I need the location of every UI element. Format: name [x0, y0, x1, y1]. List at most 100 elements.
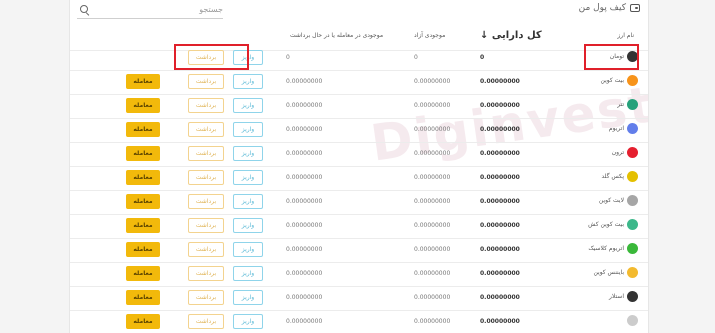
trade-button[interactable]: معامله [126, 122, 160, 137]
coin-cell: تتر [617, 99, 638, 110]
highlight-box-actions [174, 44, 249, 70]
trading-balance: 0.00000000 [286, 198, 323, 205]
trade-button[interactable]: معامله [126, 290, 160, 305]
table-row: اتریوم 0.00000000 0.00000000 0.00000000 واری… [70, 118, 648, 143]
table-row: لایت کوین 0.00000000 0.00000000 0.00000000 و… [70, 190, 648, 215]
table-row: بایننس کوین 0.00000000 0.00000000 0.0000000… [70, 262, 648, 287]
withdraw-button[interactable]: برداشت [188, 266, 224, 281]
page-title: کیف پول من [579, 3, 640, 13]
trade-button[interactable]: معامله [126, 146, 160, 161]
total-balance: 0.00000000 [480, 246, 520, 253]
withdraw-button[interactable]: برداشت [188, 146, 224, 161]
deposit-button[interactable]: واریز [233, 242, 263, 257]
trade-button[interactable]: معامله [126, 74, 160, 89]
withdraw-button[interactable]: برداشت [188, 122, 224, 137]
trading-balance: 0.00000000 [286, 318, 323, 325]
withdraw-button[interactable]: برداشت [188, 218, 224, 233]
trade-button[interactable]: معامله [126, 194, 160, 209]
trading-balance: 0.00000000 [286, 270, 323, 277]
table-row: 0.00000000 0.00000000 0.00000000 واریز برداش… [70, 310, 648, 333]
total-balance: 0.00000000 [480, 174, 520, 181]
trading-balance: 0.00000000 [286, 78, 323, 85]
deposit-button[interactable]: واریز [233, 266, 263, 281]
coin-cell [624, 315, 638, 326]
coin-cell: استلار [609, 291, 638, 302]
table-row: پکس گلد 0.00000000 0.00000000 0.00000000 وار… [70, 166, 648, 191]
column-total-header[interactable]: کل دارایی ↓ [480, 30, 542, 41]
column-free-header: موجودی آزاد [414, 32, 446, 39]
deposit-button[interactable]: واریز [233, 98, 263, 113]
trading-balance: 0.00000000 [286, 294, 323, 301]
trade-button[interactable]: معامله [126, 266, 160, 281]
total-balance: 0.00000000 [480, 270, 520, 277]
page-background: Diginvest کیف پول من نام ارز کل دارایی ↓… [0, 0, 715, 333]
trading-balance: 0 [286, 54, 290, 61]
trading-balance: 0.00000000 [286, 102, 323, 109]
total-balance: 0.00000000 [480, 318, 520, 325]
coin-cell: بایننس کوین [593, 267, 638, 278]
binance-coin-icon [627, 267, 638, 278]
wallet-panel: Diginvest کیف پول من نام ارز کل دارایی ↓… [69, 0, 649, 333]
search-input[interactable] [95, 2, 223, 16]
coin-name: استلار [609, 293, 624, 300]
coin-cell: بیت کوین [601, 75, 638, 86]
deposit-button[interactable]: واریز [233, 74, 263, 89]
deposit-button[interactable]: واریز [233, 290, 263, 305]
total-balance: 0 [480, 54, 485, 61]
trading-balance: 0.00000000 [286, 246, 323, 253]
bitcoincash-icon [627, 219, 638, 230]
litecoin-icon [627, 195, 638, 206]
trade-button[interactable]: معامله [126, 218, 160, 233]
trading-balance: 0.00000000 [286, 174, 323, 181]
trading-balance: 0.00000000 [286, 126, 323, 133]
coin-cell: اتریوم [609, 123, 638, 134]
coin-name: اتریوم [608, 125, 624, 132]
deposit-button[interactable]: واریز [233, 122, 263, 137]
free-balance: 0.00000000 [414, 270, 451, 277]
total-balance: 0.00000000 [480, 198, 520, 205]
trade-button[interactable]: معامله [126, 170, 160, 185]
deposit-button[interactable]: واریز [233, 146, 263, 161]
free-balance: 0.00000000 [414, 246, 451, 253]
bitcoin-icon [627, 75, 638, 86]
deposit-button[interactable]: واریز [233, 194, 263, 209]
total-balance: 0.00000000 [480, 150, 520, 157]
search-icon[interactable] [80, 5, 88, 13]
free-balance: 0.00000000 [414, 294, 451, 301]
page-title-text: کیف پول من [578, 3, 626, 13]
withdraw-button[interactable]: برداشت [188, 170, 224, 185]
withdraw-button[interactable]: برداشت [188, 74, 224, 89]
total-balance: 0.00000000 [480, 294, 520, 301]
trading-balance: 0.00000000 [286, 222, 323, 229]
free-balance: 0.00000000 [414, 318, 451, 325]
withdraw-button[interactable]: برداشت [188, 98, 224, 113]
trade-button[interactable]: معامله [126, 314, 160, 329]
free-balance: 0.00000000 [414, 198, 451, 205]
search-box [77, 2, 223, 19]
total-balance: 0.00000000 [480, 126, 520, 133]
coin-name: اتریوم کلاسیک [588, 245, 624, 252]
withdraw-button[interactable]: برداشت [188, 290, 224, 305]
trade-button[interactable]: معامله [126, 98, 160, 113]
withdraw-button[interactable]: برداشت [188, 242, 224, 257]
free-balance: 0.00000000 [414, 126, 451, 133]
column-name-header: نام ارز [617, 32, 634, 39]
deposit-button[interactable]: واریز [233, 170, 263, 185]
coin-cell: اتریوم کلاسیک [588, 243, 638, 254]
coin-name: بیت کوین [600, 77, 624, 84]
ethereum-classic-icon [627, 243, 638, 254]
tron-icon [627, 147, 638, 158]
free-balance: 0.00000000 [414, 78, 451, 85]
coin-icon [627, 315, 638, 326]
deposit-button[interactable]: واریز [233, 314, 263, 329]
deposit-button[interactable]: واریز [233, 218, 263, 233]
withdraw-button[interactable]: برداشت [188, 314, 224, 329]
withdraw-button[interactable]: برداشت [188, 194, 224, 209]
table-row: تومان 0 0 0 واریز برداشت [70, 46, 648, 71]
coin-cell: ترون [612, 147, 638, 158]
coin-cell: بیت کوین کش [588, 219, 638, 230]
table-row: ترون 0.00000000 0.00000000 0.00000000 واریز ب… [70, 142, 648, 167]
stellar-icon [627, 291, 638, 302]
trade-button[interactable]: معامله [126, 242, 160, 257]
free-balance: 0.00000000 [414, 150, 451, 157]
